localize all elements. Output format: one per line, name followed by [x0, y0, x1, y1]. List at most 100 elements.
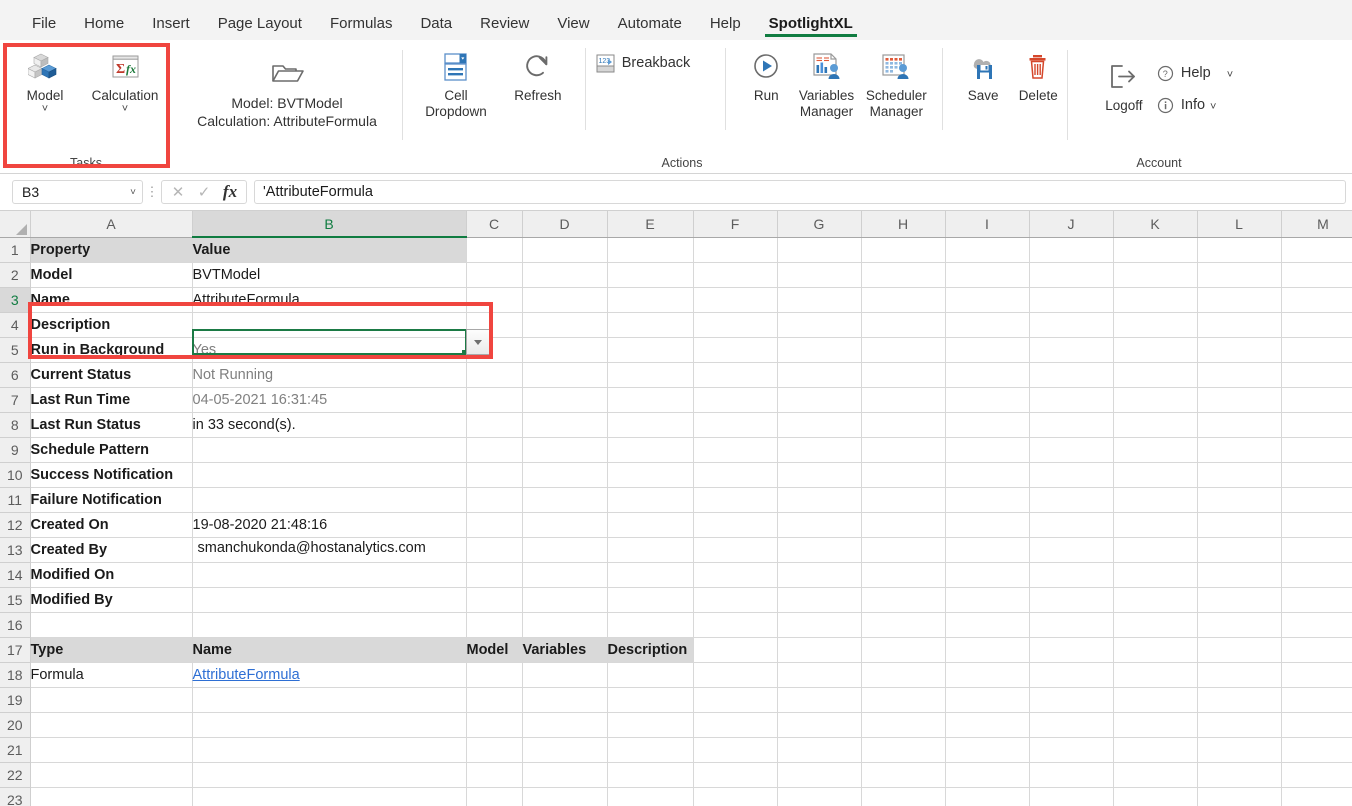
- cell-L4[interactable]: [1197, 312, 1282, 338]
- cell-dropdown-button[interactable]: Cell Dropdown: [415, 46, 497, 120]
- cell-J2[interactable]: [1029, 262, 1114, 288]
- save-button[interactable]: Save: [957, 46, 1009, 104]
- cell-B10[interactable]: [192, 462, 467, 488]
- cell-K10[interactable]: [1113, 462, 1198, 488]
- cell-L23[interactable]: [1197, 787, 1282, 806]
- cell-D1[interactable]: [522, 237, 608, 263]
- cell-J16[interactable]: [1029, 612, 1114, 638]
- row-header-19[interactable]: 19: [0, 687, 31, 713]
- cell-M13[interactable]: [1281, 537, 1352, 563]
- cell-F14[interactable]: [693, 562, 778, 588]
- row-header-10[interactable]: 10: [0, 462, 31, 488]
- cell-F7[interactable]: [693, 387, 778, 413]
- help-button[interactable]: ? Help ˅: [1157, 60, 1233, 86]
- cell-A19[interactable]: [30, 687, 193, 713]
- cell-B6[interactable]: Not Running: [192, 362, 467, 388]
- cell-C1[interactable]: [466, 237, 523, 263]
- cell-J12[interactable]: [1029, 512, 1114, 538]
- cell-K19[interactable]: [1113, 687, 1198, 713]
- delete-button[interactable]: Delete: [1009, 46, 1067, 104]
- cell-B18[interactable]: AttributeFormula: [192, 662, 467, 688]
- cell-L21[interactable]: [1197, 737, 1282, 763]
- cell-A14[interactable]: Modified On: [30, 562, 193, 588]
- cell-G10[interactable]: [777, 462, 862, 488]
- cell-H11[interactable]: [861, 487, 946, 513]
- cell-E6[interactable]: [607, 362, 694, 388]
- cell-G22[interactable]: [777, 762, 862, 788]
- cell-J9[interactable]: [1029, 437, 1114, 463]
- cell-J5[interactable]: [1029, 337, 1114, 363]
- cell-M15[interactable]: [1281, 587, 1352, 613]
- cell-C10[interactable]: [466, 462, 523, 488]
- cell-J8[interactable]: [1029, 412, 1114, 438]
- cell-B5[interactable]: Yes: [192, 337, 467, 363]
- formula-bar-more-icon[interactable]: ⋮: [143, 185, 161, 198]
- cell-M21[interactable]: [1281, 737, 1352, 763]
- cell-K14[interactable]: [1113, 562, 1198, 588]
- cell-K17[interactable]: [1113, 637, 1198, 663]
- column-header-B[interactable]: B: [192, 211, 467, 238]
- cell-F10[interactable]: [693, 462, 778, 488]
- cell-M20[interactable]: [1281, 712, 1352, 738]
- cell-H13[interactable]: [861, 537, 946, 563]
- cell-H17[interactable]: [861, 637, 946, 663]
- cell-A3[interactable]: Name: [30, 287, 193, 313]
- cell-B7[interactable]: 04-05-2021 16:31:45: [192, 387, 467, 413]
- cell-F3[interactable]: [693, 287, 778, 313]
- cell-E1[interactable]: [607, 237, 694, 263]
- cell-K21[interactable]: [1113, 737, 1198, 763]
- cell-E15[interactable]: [607, 587, 694, 613]
- cell-K11[interactable]: [1113, 487, 1198, 513]
- cell-L5[interactable]: [1197, 337, 1282, 363]
- cell-M16[interactable]: [1281, 612, 1352, 638]
- cell-J6[interactable]: [1029, 362, 1114, 388]
- cell-I2[interactable]: [945, 262, 1030, 288]
- cell-H12[interactable]: [861, 512, 946, 538]
- cell-C8[interactable]: [466, 412, 523, 438]
- cell-H1[interactable]: [861, 237, 946, 263]
- row-header-14[interactable]: 14: [0, 562, 31, 588]
- column-header-D[interactable]: D: [522, 211, 608, 238]
- cell-H8[interactable]: [861, 412, 946, 438]
- cell-L13[interactable]: [1197, 537, 1282, 563]
- cell-C16[interactable]: [466, 612, 523, 638]
- cell-C6[interactable]: [466, 362, 523, 388]
- cell-F12[interactable]: [693, 512, 778, 538]
- cell-J1[interactable]: [1029, 237, 1114, 263]
- cell-M11[interactable]: [1281, 487, 1352, 513]
- select-all-corner[interactable]: [0, 211, 31, 238]
- cell-A15[interactable]: Modified By: [30, 587, 193, 613]
- cell-B16[interactable]: [192, 612, 467, 638]
- run-button[interactable]: Run: [740, 46, 792, 104]
- cell-dropdown-arrow[interactable]: [466, 329, 490, 355]
- cell-L7[interactable]: [1197, 387, 1282, 413]
- row-header-8[interactable]: 8: [0, 412, 31, 438]
- cell-C3[interactable]: [466, 287, 523, 313]
- cell-G17[interactable]: [777, 637, 862, 663]
- cell-I7[interactable]: [945, 387, 1030, 413]
- cell-F23[interactable]: [693, 787, 778, 806]
- cell-A18[interactable]: Formula: [30, 662, 193, 688]
- cell-A8[interactable]: Last Run Status: [30, 412, 193, 438]
- cell-M4[interactable]: [1281, 312, 1352, 338]
- row-header-7[interactable]: 7: [0, 387, 31, 413]
- cell-A20[interactable]: [30, 712, 193, 738]
- column-header-K[interactable]: K: [1113, 211, 1198, 238]
- cell-D5[interactable]: [522, 337, 608, 363]
- model-calculation-selector[interactable]: Model: BVTModel Calculation: AttributeFo…: [172, 52, 402, 130]
- cell-L11[interactable]: [1197, 487, 1282, 513]
- row-header-3[interactable]: 3: [0, 287, 31, 313]
- ribbon-tab-spotlightxl[interactable]: SpotlightXL: [755, 16, 867, 40]
- cell-H2[interactable]: [861, 262, 946, 288]
- cell-B17[interactable]: Name: [192, 637, 467, 663]
- cell-G11[interactable]: [777, 487, 862, 513]
- cell-L16[interactable]: [1197, 612, 1282, 638]
- column-header-G[interactable]: G: [777, 211, 862, 238]
- ribbon-tab-view[interactable]: View: [543, 16, 603, 40]
- cell-E9[interactable]: [607, 437, 694, 463]
- cell-D21[interactable]: [522, 737, 608, 763]
- scheduler-manager-button[interactable]: Scheduler Manager: [861, 46, 933, 120]
- cell-K23[interactable]: [1113, 787, 1198, 806]
- name-box[interactable]: B3 ˅: [12, 180, 143, 204]
- cell-E2[interactable]: [607, 262, 694, 288]
